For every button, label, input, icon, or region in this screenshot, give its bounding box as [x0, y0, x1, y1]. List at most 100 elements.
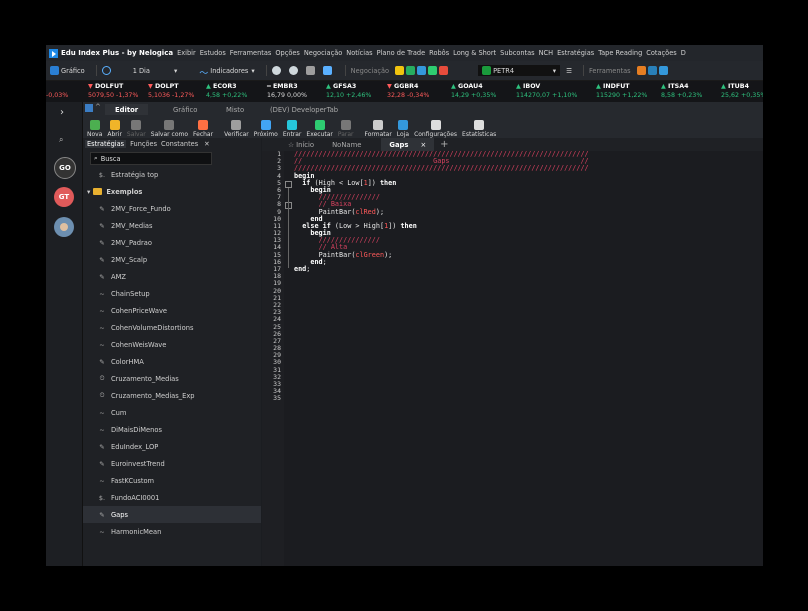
ticker-ecor3[interactable]: ▲ ECOR3 4,58 +0,22%: [206, 82, 247, 100]
menu-item-ferramentas[interactable]: Ferramentas: [230, 49, 272, 57]
folder-item[interactable]: ▾ Exemplos: [83, 183, 261, 200]
menu-item-nch[interactable]: NCH: [539, 49, 554, 57]
list-item[interactable]: ~ HarmonicMean: [83, 523, 261, 540]
list-item[interactable]: $. FundoACI0001: [83, 489, 261, 506]
nova-button[interactable]: Nova: [87, 120, 102, 138]
tab-editor[interactable]: Editor: [105, 104, 149, 115]
list-icon[interactable]: ☰: [566, 67, 572, 75]
search-input[interactable]: ⌕ Busca: [90, 152, 212, 165]
tools-label[interactable]: Ferramentas: [589, 67, 631, 75]
ticker-first[interactable]: -0,03%: [46, 82, 68, 100]
trading-label[interactable]: Negociação: [351, 67, 389, 75]
ticker-ibov[interactable]: ▲ IBOV 114270,07 +1,10%: [516, 82, 577, 100]
ticker-dolpt[interactable]: ▼ DOLPT 5,1036 -1,27%: [148, 82, 194, 100]
menu-item-not-cias[interactable]: Notícias: [346, 49, 372, 57]
arrow-down-icon: ▼: [148, 83, 156, 90]
list-item[interactable]: ✎ EduIndex_LOP: [83, 438, 261, 455]
tab-constantes[interactable]: Constantes: [161, 140, 198, 148]
ticker-embr3[interactable]: ═ EMBR3 16,79 0,00%: [267, 82, 307, 100]
list-item[interactable]: ~ CohenPriceWave: [83, 302, 261, 319]
trade-icons[interactable]: [395, 66, 450, 75]
list-item[interactable]: ~ CohenVolumeDistortions: [83, 319, 261, 336]
menu-item-plano-de-trade[interactable]: Plano de Trade: [377, 49, 426, 57]
chevron-down-icon[interactable]: ▾: [87, 188, 90, 196]
chart-button[interactable]: Gráfico: [50, 66, 85, 75]
menu-item-exibir[interactable]: Exibir: [177, 49, 196, 57]
loja-button[interactable]: Loja: [397, 120, 409, 138]
symbol-select[interactable]: PETR4 ▾: [478, 65, 561, 76]
tab-funcoes[interactable]: Funções: [130, 140, 157, 148]
zoom-in-icon[interactable]: [271, 66, 283, 75]
interval-select[interactable]: 1 Dia ▾: [133, 67, 178, 75]
ticker-itsa4[interactable]: ▲ ITSA4 8,58 +0,23%: [661, 82, 702, 100]
list-item[interactable]: ✎ 2MV_Scalp: [83, 251, 261, 268]
zoom-out-icon[interactable]: [288, 66, 300, 75]
list-item[interactable]: ✎ 2MV_Padrao: [83, 234, 261, 251]
close-icon[interactable]: ×: [420, 141, 426, 149]
list-item[interactable]: ⏲ Cruzamento_Medias: [83, 370, 261, 387]
abrir-button[interactable]: Abrir: [107, 120, 122, 138]
list-item[interactable]: ✎ 2MV_Force_Fundo: [83, 200, 261, 217]
search-icon[interactable]: ⌕: [59, 135, 63, 145]
expand-chevron-icon[interactable]: ›: [60, 107, 64, 118]
drawing-tools-icon[interactable]: [305, 66, 317, 75]
new-tab-button[interactable]: +: [440, 139, 448, 150]
tab-misto[interactable]: Misto: [226, 104, 244, 115]
menu-item-rob-s[interactable]: Robôs: [429, 49, 449, 57]
list-item[interactable]: ⏲ Cruzamento_Medias_Exp: [83, 387, 261, 404]
tab-estrategias[interactable]: Estratégias: [85, 140, 127, 148]
avatar-gt[interactable]: GT: [54, 187, 74, 207]
menu-item-subcontas[interactable]: Subcontas: [500, 49, 534, 57]
indicators-button[interactable]: 〜 Indicadores ▾: [199, 66, 254, 80]
grid-icon[interactable]: [322, 66, 334, 75]
collapse-icon[interactable]: ^: [95, 103, 101, 111]
clock-icon[interactable]: [101, 66, 113, 75]
list-item[interactable]: ✎ Gaps: [83, 506, 261, 523]
avatar-go[interactable]: GO: [54, 157, 76, 179]
tab-grafico[interactable]: Gráfico: [173, 104, 197, 115]
menu-item-d[interactable]: D: [681, 49, 686, 57]
menu-item-estudos[interactable]: Estudos: [200, 49, 226, 57]
entrar-button[interactable]: Entrar: [283, 120, 301, 138]
salvar-como-button[interactable]: Salvar como: [151, 120, 188, 138]
ticker-goau4[interactable]: ▲ GOAU4 14,29 +0,35%: [451, 82, 496, 100]
editor-window-icon: [85, 104, 93, 112]
tab-inicio[interactable]: ☆ Início: [288, 141, 314, 149]
menu-item-estrat-gias[interactable]: Estratégias: [557, 49, 594, 57]
menu-item-op-es[interactable]: Opções: [275, 49, 300, 57]
list-item[interactable]: ✎ EuroinvestTrend: [83, 455, 261, 472]
list-item[interactable]: ✎ AMZ: [83, 268, 261, 285]
list-item[interactable]: ~ Cum: [83, 404, 261, 421]
ticker-itub4[interactable]: ▲ ITUB4 25,62 +0,35%: [721, 82, 763, 100]
close-icon[interactable]: ✕: [204, 140, 210, 148]
avatar-photo[interactable]: [54, 217, 74, 237]
ticker-indfut[interactable]: ▲ INDFUT 115290 +1,22%: [596, 82, 647, 100]
fold-toggle-icon[interactable]: [285, 181, 292, 188]
verificar-button[interactable]: Verificar: [224, 120, 249, 138]
tab-developer[interactable]: (DEV) DeveloperTab: [270, 104, 338, 115]
ticker-gfsa3[interactable]: ▲ GFSA3 12,10 +2,46%: [326, 82, 371, 100]
ticker-ggbr4[interactable]: ▼ GGBR4 32,28 -0,34%: [387, 82, 429, 100]
ticker-dolfut[interactable]: ▼ DOLFUT 5079,50 -1,37%: [88, 82, 138, 100]
list-item[interactable]: ~ FastKCustom: [83, 472, 261, 489]
menu-item-long-short[interactable]: Long & Short: [453, 49, 496, 57]
code-token: Low: [339, 221, 352, 230]
formatar-button[interactable]: Formatar: [365, 120, 392, 138]
list-item[interactable]: ✎ ColorHMA: [83, 353, 261, 370]
fechar-button[interactable]: Fechar: [193, 120, 213, 138]
menu-item-tape-reading[interactable]: Tape Reading: [598, 49, 642, 57]
list-item[interactable]: ~ CohenWeisWave: [83, 336, 261, 353]
estat-sticas-button[interactable]: Estatísticas: [462, 120, 496, 138]
layout-icons[interactable]: [636, 66, 670, 75]
list-item[interactable]: ~ ChainSetup: [83, 285, 261, 302]
code-editor[interactable]: 1 2 3 4 5 6 7 8 9 10 11 12 13 14 15 16 17 18 19 20 21 22 23 24 2…: [262, 150, 763, 566]
list-item[interactable]: $. Estratégia top: [83, 166, 261, 183]
pr-ximo-button[interactable]: Próximo: [254, 120, 278, 138]
list-item[interactable]: ✎ 2MV_Medias: [83, 217, 261, 234]
tab-noname[interactable]: NoName: [332, 141, 361, 149]
list-item[interactable]: ~ DiMaisDiMenos: [83, 421, 261, 438]
executar-button[interactable]: Executar: [306, 120, 333, 138]
configura-es-button[interactable]: Configurações: [414, 120, 457, 138]
menu-item-negocia-o[interactable]: Negociação: [304, 49, 342, 57]
menu-item-cota-es[interactable]: Cotações: [646, 49, 676, 57]
